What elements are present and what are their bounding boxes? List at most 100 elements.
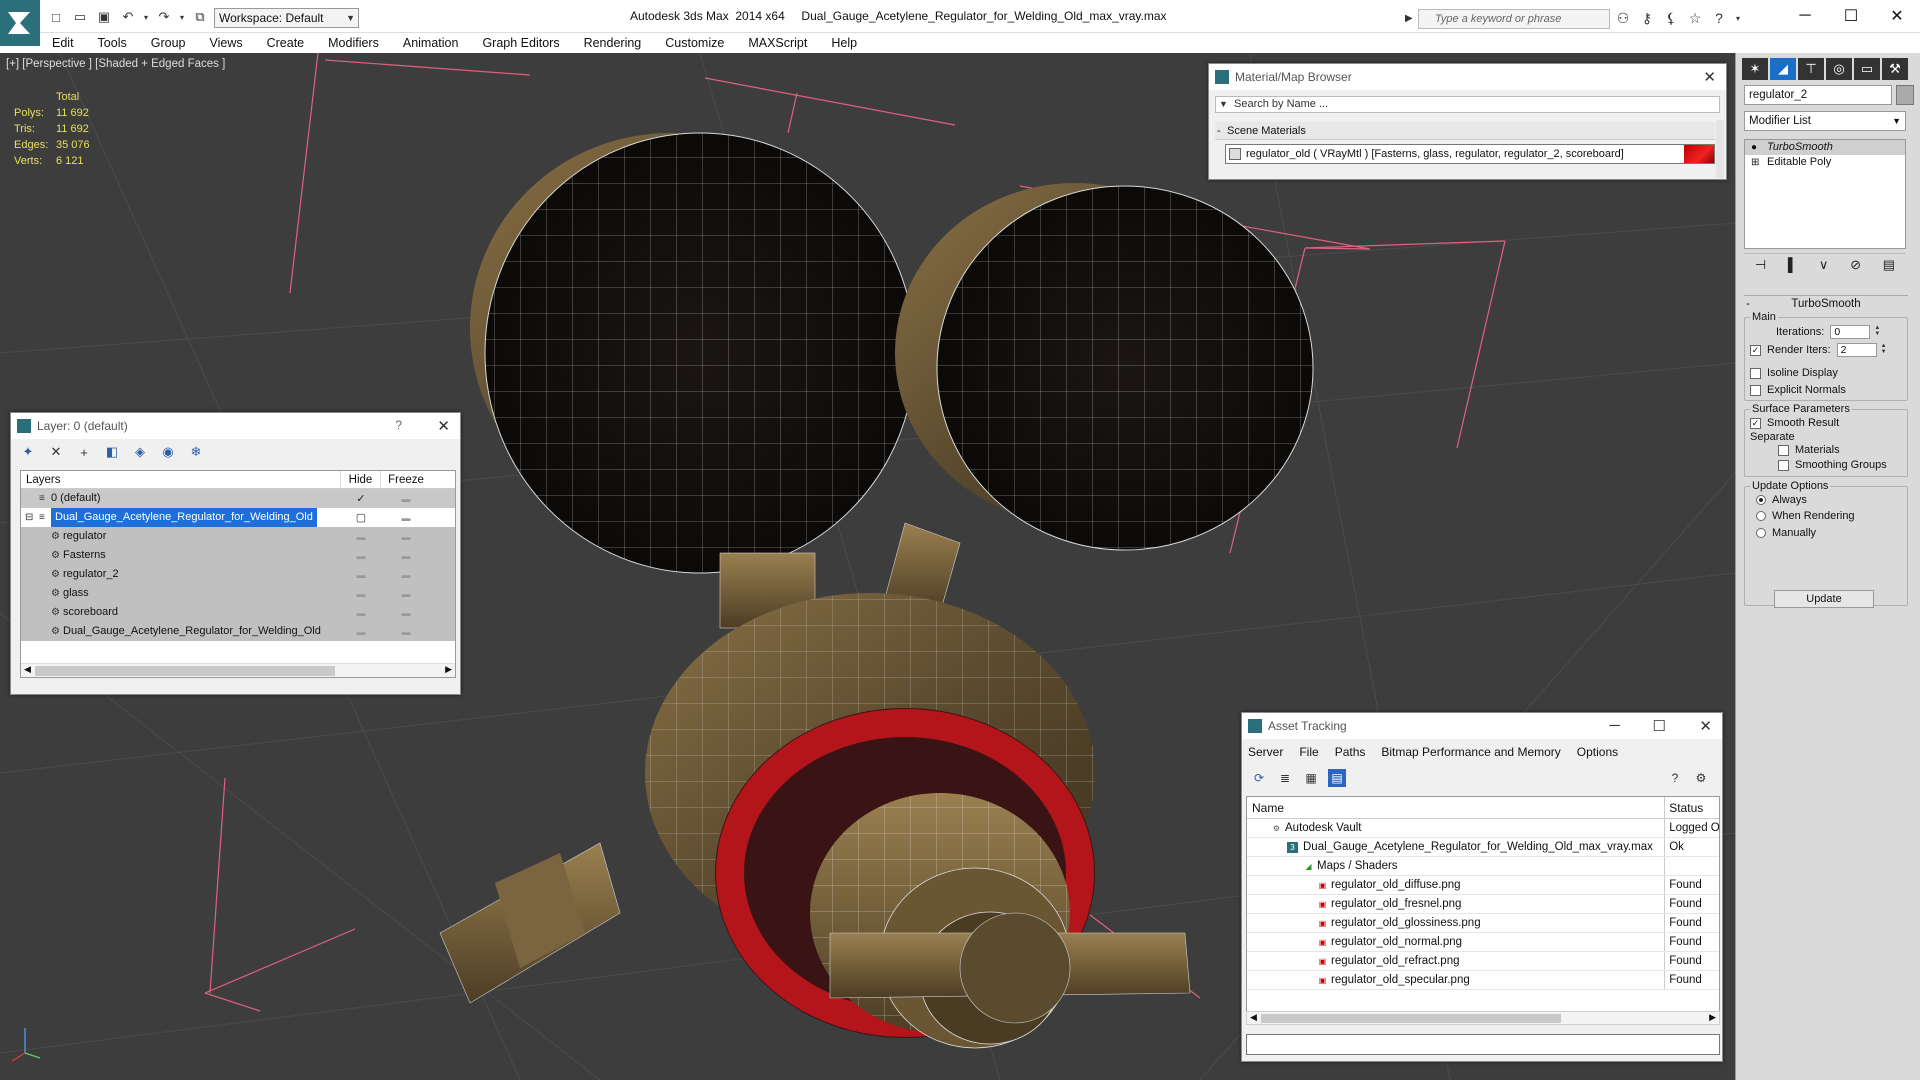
help-dropdown-icon[interactable]: ▾ (1734, 9, 1742, 27)
materials-checkbox[interactable] (1778, 444, 1789, 456)
menu-maxscript[interactable]: MAXScript (736, 33, 819, 53)
update-button[interactable]: Update (1774, 590, 1874, 608)
layer-window-titlebar[interactable]: Layer: 0 (default) ? ✕ (11, 413, 460, 439)
menu-group[interactable]: Group (139, 33, 198, 53)
menu-options[interactable]: Options (1577, 745, 1618, 759)
thumbnail-view-icon[interactable]: ▦ (1302, 769, 1320, 787)
communication-icon[interactable]: ⚸ (1662, 9, 1680, 27)
delete-layer-icon[interactable]: ✕ (47, 443, 65, 461)
material-item[interactable]: regulator_old ( VRayMtl ) [Fasterns, gla… (1225, 144, 1715, 164)
configure-sets-icon[interactable]: ▤ (1883, 257, 1895, 273)
menu-modifiers[interactable]: Modifiers (316, 33, 391, 53)
asset-path-field[interactable] (1246, 1034, 1720, 1055)
help-icon[interactable]: ? (395, 418, 402, 432)
utilities-tab-icon[interactable]: ⚒ (1882, 58, 1908, 80)
binoculars-icon[interactable]: ⚇ (1614, 9, 1632, 27)
freeze-toggle[interactable]: ▬ (381, 494, 431, 504)
minimize-button[interactable]: ─ (1782, 0, 1828, 32)
object-name-field[interactable]: regulator_2 (1744, 85, 1892, 105)
help-icon[interactable]: ? (1666, 769, 1684, 787)
material-browser-titlebar[interactable]: Material/Map Browser ✕ (1209, 64, 1726, 90)
chevron-right-icon[interactable]: ▶ (1405, 10, 1413, 28)
when-rendering-radio[interactable] (1756, 511, 1766, 521)
help-icon[interactable]: ? (1710, 9, 1728, 27)
menu-bitmap-performance[interactable]: Bitmap Performance and Memory (1381, 745, 1560, 759)
maximize-icon[interactable]: ☐ (1653, 717, 1666, 735)
asset-row[interactable]: ⚙ Autodesk Vault Logged O (1247, 819, 1719, 838)
asset-row[interactable]: ▣ regulator_old_glossiness.png Found (1247, 914, 1719, 933)
turbosmooth-rollout-header[interactable]: - TurboSmooth (1744, 295, 1908, 311)
stack-item-editable-poly[interactable]: ⊞ Editable Poly (1745, 155, 1905, 170)
menu-animation[interactable]: Animation (391, 33, 471, 53)
bulb-icon[interactable]: ● (1751, 140, 1757, 155)
layer-row[interactable]: ⊟ ≡ Dual_Gauge_Acetylene_Regulator_for_W… (21, 508, 455, 527)
isoline-checkbox[interactable] (1750, 367, 1761, 379)
close-icon[interactable]: ✕ (1699, 717, 1712, 735)
vertical-scrollbar[interactable] (1716, 120, 1724, 178)
hierarchy-tab-icon[interactable]: ⊤ (1798, 58, 1824, 80)
hide-toggle[interactable]: ▬ (341, 532, 381, 542)
always-radio[interactable] (1756, 495, 1766, 505)
layer-row[interactable]: ⚙ regulator_2 ▬ ▬ (21, 565, 455, 584)
minimize-icon[interactable]: ─ (1609, 717, 1620, 734)
render-iters-spinner[interactable]: 2 (1836, 343, 1890, 357)
redo-dropdown-icon[interactable]: ▾ (178, 8, 186, 26)
menu-tools[interactable]: Tools (86, 33, 139, 53)
highlight-layer-icon[interactable]: ◈ (131, 443, 149, 461)
add-selection-icon[interactable]: + (75, 443, 93, 461)
layer-row[interactable]: ⚙ glass ▬ ▬ (21, 584, 455, 603)
hide-toggle[interactable]: ▬ (341, 627, 381, 637)
freeze-toggle[interactable]: ▬ (381, 532, 431, 542)
render-iters-checkbox[interactable]: ✓ (1750, 344, 1761, 356)
scroll-right-icon[interactable]: ▶ (445, 664, 452, 675)
smoothing-groups-checkbox[interactable] (1778, 459, 1789, 471)
menu-create[interactable]: Create (255, 33, 317, 53)
save-icon[interactable]: ▣ (94, 8, 114, 26)
freeze-toggle[interactable]: ▬ (381, 551, 431, 561)
asset-tracking-titlebar[interactable]: Asset Tracking ─ ☐ ✕ (1242, 713, 1722, 739)
iterations-spinner[interactable]: 0 (1830, 325, 1883, 339)
asset-row[interactable]: ◢ Maps / Shaders (1247, 857, 1719, 876)
hide-toggle[interactable]: ▬ (341, 551, 381, 561)
freeze-toggle[interactable]: ▬ (381, 627, 431, 637)
display-tab-icon[interactable]: ▭ (1854, 58, 1880, 80)
menu-graph-editors[interactable]: Graph Editors (470, 33, 571, 53)
hide-all-icon[interactable]: ◉ (159, 443, 177, 461)
close-icon[interactable]: ✕ (1703, 68, 1716, 86)
column-name[interactable]: Name (1247, 797, 1666, 818)
remove-modifier-icon[interactable]: ⊘ (1850, 257, 1861, 273)
close-button[interactable]: ✕ (1874, 0, 1920, 32)
modifier-list-dropdown[interactable]: Modifier List ▼ (1744, 111, 1906, 131)
layer-row[interactable]: ⚙ regulator ▬ ▬ (21, 527, 455, 546)
freeze-toggle[interactable]: ▬ (381, 589, 431, 599)
menu-paths[interactable]: Paths (1335, 745, 1366, 759)
undo-dropdown-icon[interactable]: ▾ (142, 8, 150, 26)
new-file-icon[interactable]: □ (46, 8, 66, 26)
asset-row[interactable]: ▣ regulator_old_normal.png Found (1247, 933, 1719, 952)
table-view-icon[interactable]: ▤ (1328, 769, 1346, 787)
explicit-normals-checkbox[interactable] (1750, 384, 1761, 396)
scroll-left-icon[interactable]: ◀ (1250, 1012, 1257, 1023)
column-layers[interactable]: Layers (21, 471, 341, 488)
asset-row[interactable]: 3 Dual_Gauge_Acetylene_Regulator_for_Wel… (1247, 838, 1719, 857)
select-objects-icon[interactable]: ◧ (103, 443, 121, 461)
smooth-result-checkbox[interactable]: ✓ (1750, 417, 1761, 429)
asset-row[interactable]: ▣ regulator_old_refract.png Found (1247, 952, 1719, 971)
freeze-toggle[interactable]: ▬ (381, 608, 431, 618)
menu-server[interactable]: Server (1248, 745, 1283, 759)
freeze-toggle[interactable]: ▬ (381, 570, 431, 580)
close-icon[interactable]: ✕ (437, 417, 450, 435)
menu-rendering[interactable]: Rendering (572, 33, 654, 53)
motion-tab-icon[interactable]: ◎ (1826, 58, 1852, 80)
expand-icon[interactable]: ⊞ (1751, 155, 1759, 170)
undo-icon[interactable]: ↶ (118, 8, 138, 26)
search-input[interactable]: ▶ Type a keyword or phrase (1405, 9, 1610, 29)
object-color-swatch[interactable] (1896, 85, 1914, 105)
refresh-icon[interactable]: ⟳ (1250, 769, 1268, 787)
column-hide[interactable]: Hide (341, 471, 381, 488)
maximize-button[interactable]: ☐ (1828, 0, 1874, 32)
horizontal-scrollbar[interactable]: ◀ ▶ (21, 663, 455, 677)
key-icon[interactable]: ⚷ (1638, 9, 1656, 27)
open-file-icon[interactable]: ▭ (70, 8, 90, 26)
active-layer-check-icon[interactable]: ✓ (341, 492, 381, 505)
